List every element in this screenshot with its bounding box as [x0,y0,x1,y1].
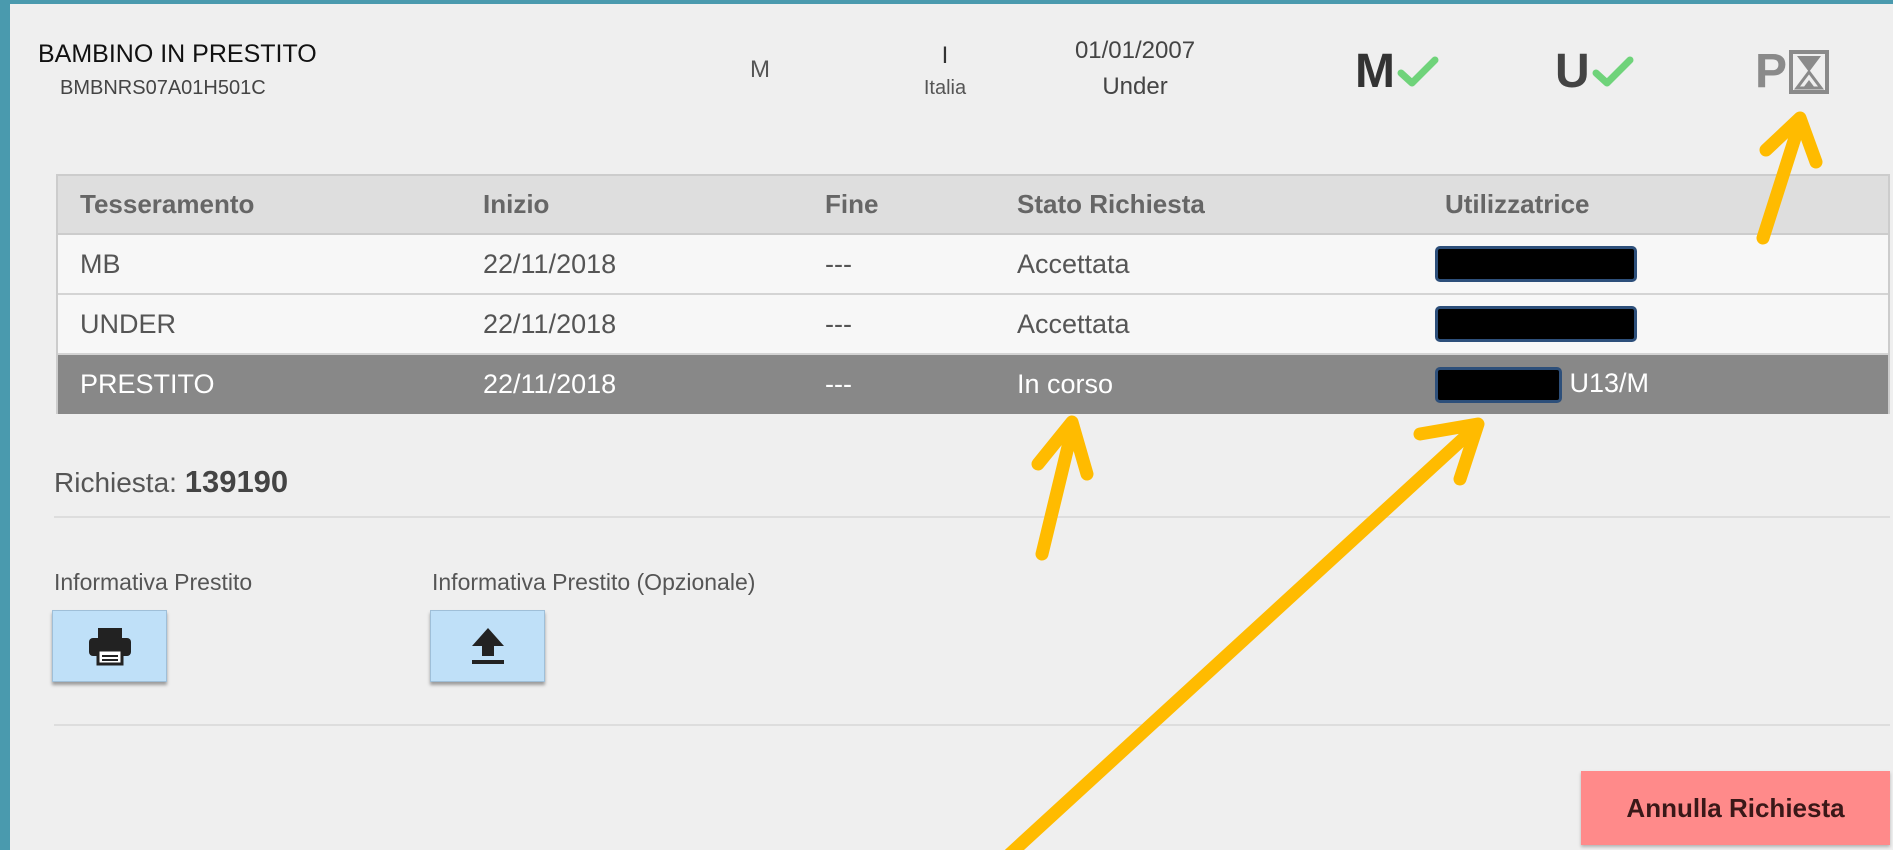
redacted-box [1435,306,1637,342]
cell-stato: Accettata [995,294,1423,355]
badge-u-letter: U [1555,45,1590,98]
column-header-utilizzatrice: Utilizzatrice [1423,176,1888,235]
cell-fine: --- [803,294,995,355]
arrow-to-utilizzatrice [1004,417,1485,850]
upload-button[interactable] [430,610,545,682]
table-row[interactable]: UNDER 22/11/2018 --- Accettata [58,294,1888,355]
column-header-inizio: Inizio [461,176,803,235]
badge-m: M [1355,44,1439,99]
informativa-prestito-label: Informativa Prestito [54,569,253,595]
informativa-opzionale-label: Informativa Prestito (Opzionale) [432,569,756,595]
player-birth-date: 01/01/2007 [1074,37,1196,64]
request-label: Richiesta: [54,467,177,498]
arrow-to-stato [1031,415,1094,561]
player-nationality-code: I [941,42,949,69]
player-nationality: Italia [923,77,967,99]
check-icon [1592,56,1634,86]
cell-tesseramento: UNDER [58,294,461,355]
player-fiscal-code: BMBNRS07A01H501C [60,77,266,99]
divider [54,516,1890,518]
hourglass-icon [1789,49,1830,94]
cell-tesseramento: PRESTITO [58,354,461,414]
request-number: 139190 [184,464,289,499]
player-gender: M [750,56,770,83]
cell-tesseramento: MB [58,234,461,295]
column-header-fine: Fine [803,176,995,235]
request-id: Richiesta: 139190 [54,464,288,500]
badge-p: P [1755,44,1830,99]
check-icon [1397,56,1439,86]
table-header-row: Tesseramento Inizio Fine Stato Richiesta… [58,176,1888,235]
table-row-selected[interactable]: PRESTITO 22/11/2018 --- In corso U13/M [58,354,1888,414]
cell-utilizzatrice [1423,234,1888,295]
membership-table: Tesseramento Inizio Fine Stato Richiesta… [56,174,1890,414]
annulla-richiesta-button[interactable]: Annulla Richiesta [1581,771,1890,845]
cell-utilizzatrice [1423,294,1888,355]
redacted-box [1435,366,1562,403]
print-button[interactable] [52,610,167,682]
cell-stato: In corso [995,354,1423,414]
column-header-stato-richiesta: Stato Richiesta [995,176,1423,235]
player-name: BAMBINO IN PRESTITO [38,40,317,68]
badge-p-letter: P [1755,45,1788,98]
divider [54,724,1890,726]
utilizzatrice-suffix: U13/M [1569,367,1650,398]
redacted-box [1435,246,1637,282]
cell-stato: Accettata [995,234,1423,295]
column-header-tesseramento: Tesseramento [58,176,461,235]
upload-icon [471,628,504,664]
cell-inizio: 22/11/2018 [461,234,803,295]
badge-m-letter: M [1355,45,1395,98]
cell-fine: --- [803,234,995,295]
table-row[interactable]: MB 22/11/2018 --- Accettata [58,234,1888,295]
cell-fine: --- [803,354,995,414]
player-category: Under [1102,73,1168,100]
badge-u: U [1555,44,1634,99]
cell-inizio: 22/11/2018 [461,354,803,414]
printer-icon [88,628,131,666]
request-panel: BAMBINO IN PRESTITO BMBNRS07A01H501C M I… [0,0,1893,850]
cell-inizio: 22/11/2018 [461,294,803,355]
cell-utilizzatrice: U13/M [1423,354,1888,414]
